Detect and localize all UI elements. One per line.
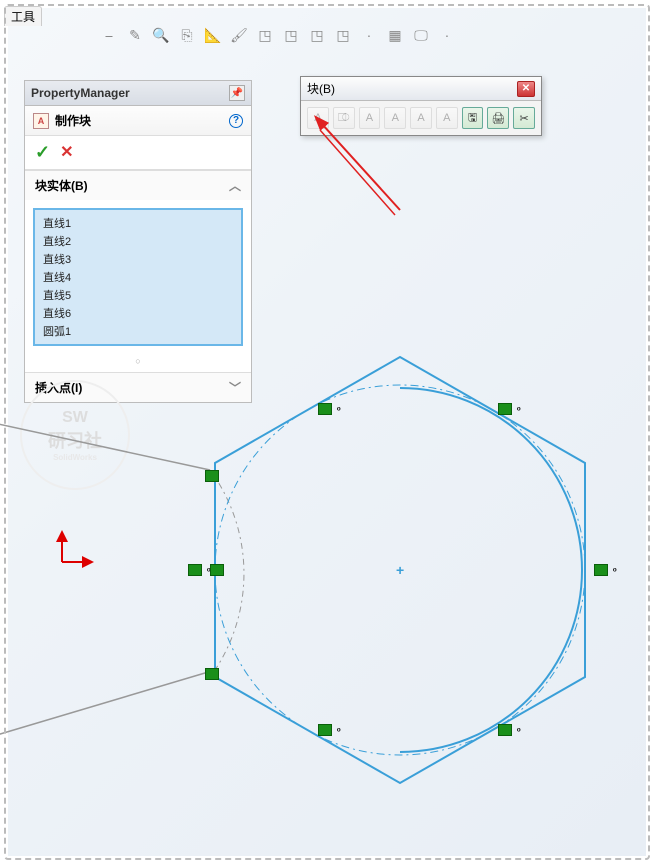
relation-badge[interactable] <box>205 470 219 482</box>
relation-badge[interactable] <box>594 564 608 576</box>
relation-badge[interactable] <box>205 668 219 680</box>
relation-badge[interactable] <box>210 564 224 576</box>
center-point[interactable]: + <box>396 562 404 578</box>
relation-badge[interactable] <box>498 724 512 736</box>
relation-badge[interactable] <box>498 403 512 415</box>
relation-badge[interactable] <box>318 403 332 415</box>
relation-badge[interactable] <box>318 724 332 736</box>
arc1[interactable] <box>400 388 582 752</box>
relation-badge[interactable] <box>188 564 202 576</box>
